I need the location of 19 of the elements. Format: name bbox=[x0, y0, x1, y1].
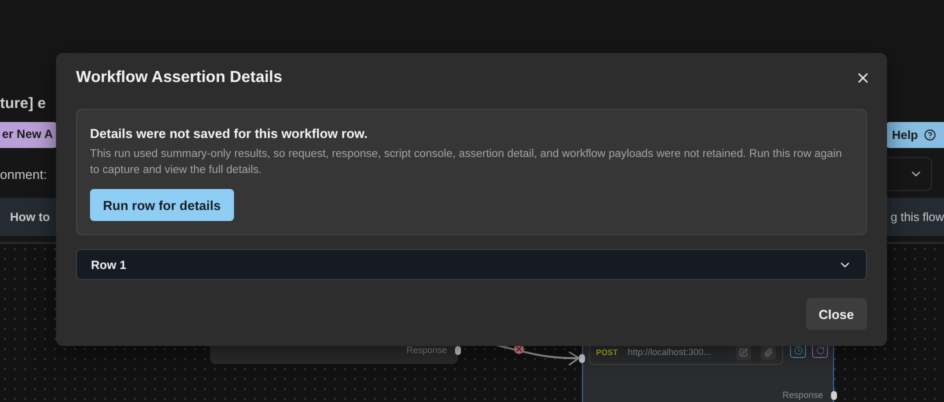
environment-label: onment: bbox=[0, 166, 47, 182]
row-dropdown[interactable]: Row 1 bbox=[76, 249, 867, 280]
node-handle[interactable] bbox=[455, 346, 461, 355]
handle-label: Response bbox=[406, 345, 447, 355]
node-handle[interactable] bbox=[831, 391, 837, 400]
close-button[interactable]: Close bbox=[806, 298, 867, 330]
method-label: POST bbox=[596, 348, 618, 356]
run-row-button[interactable]: Run row for details bbox=[90, 189, 234, 221]
banner-text: g this flow bbox=[890, 210, 944, 224]
notice-heading: Details were not saved for this workflow row. bbox=[90, 126, 368, 141]
notice-text: This run used summary-only results, so request, response, script console, assertion detail, and workflow payloads were not retained. Run this row again to capture and view the full details. bbox=[90, 147, 843, 178]
node-handle[interactable] bbox=[579, 354, 585, 363]
handle-label: Response bbox=[782, 390, 823, 400]
url-text: http://localhost:300... bbox=[628, 347, 712, 357]
help-icon bbox=[924, 129, 936, 141]
new-api-button[interactable]: er New A bbox=[0, 122, 59, 148]
dialog-title: Workflow Assertion Details bbox=[76, 69, 282, 87]
banner-title: How to bbox=[10, 210, 50, 224]
page-title: ture] e bbox=[0, 95, 46, 112]
